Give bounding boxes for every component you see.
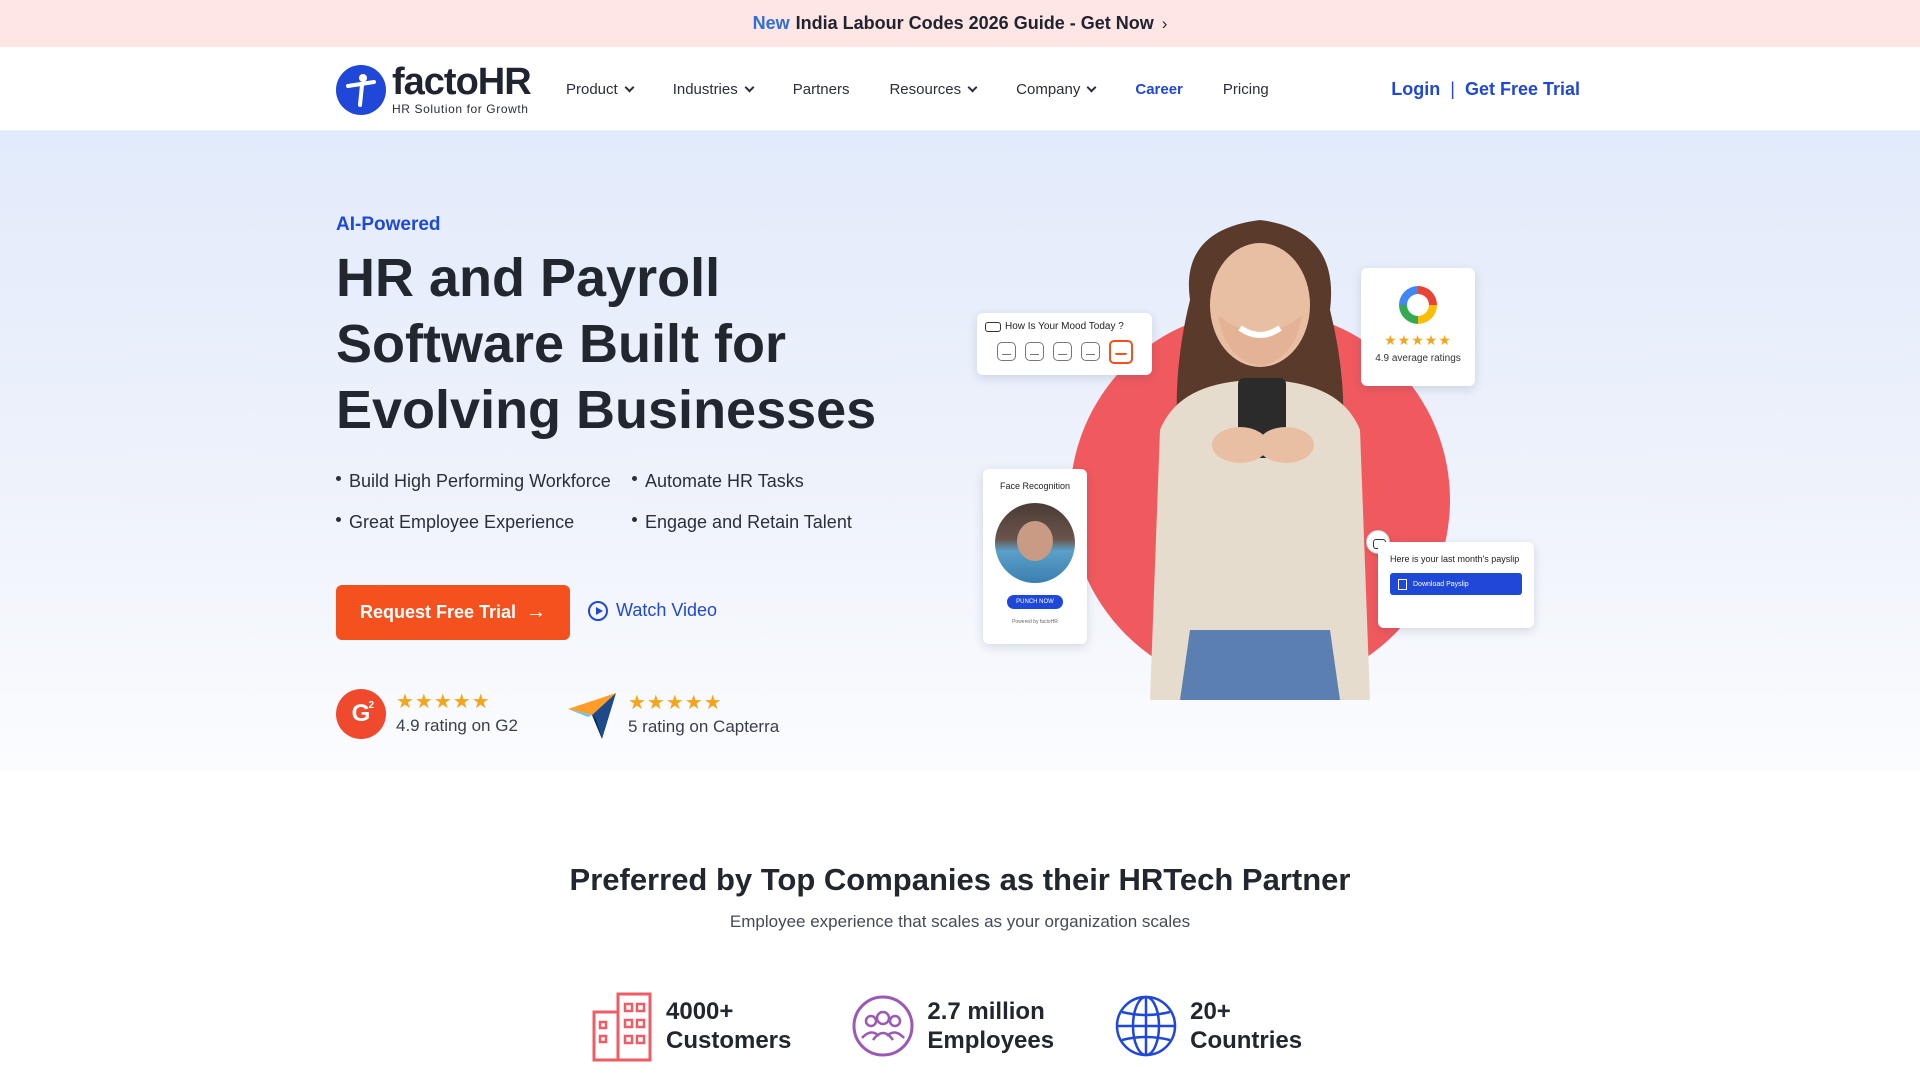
announcement-new-label: New xyxy=(752,13,790,33)
play-icon xyxy=(588,600,608,621)
chevron-down-icon xyxy=(967,82,978,92)
stat-employees: 2.7 million Employees xyxy=(851,990,1054,1062)
bullet-text: Automate HR Tasks xyxy=(645,471,804,491)
capterra-rating: ★★★★★ 5 rating on Capterra xyxy=(566,689,779,741)
google-rating-card: ★★★★★ 4.9 average ratings xyxy=(1361,268,1475,386)
document-icon xyxy=(1398,578,1407,590)
watch-video-label: Watch Video xyxy=(616,600,718,620)
google-logo-icon xyxy=(1399,286,1437,324)
nav-career[interactable]: Career xyxy=(1135,81,1183,98)
chat-bubble-icon xyxy=(985,321,1001,332)
logo-mark-icon xyxy=(336,64,386,115)
hero-headline: HR and Payroll Software Built for Evolvi… xyxy=(336,248,877,440)
capterra-rating-text: 5 rating on Capterra xyxy=(628,717,780,736)
stat-value: 20+ xyxy=(1190,998,1231,1025)
google-rating-text: 4.9 average ratings xyxy=(1375,353,1461,364)
people-icon xyxy=(852,995,914,1057)
preferred-subtitle: Employee experience that scales as your … xyxy=(729,912,1191,931)
nav-resources-label: Resources xyxy=(889,80,962,98)
face-recognition-card: Face Recognition PUNCH NOW Powered by fa… xyxy=(983,469,1087,644)
mood-face-happy-icon xyxy=(1109,340,1133,364)
bullet-text: Build High Performing Workforce xyxy=(349,471,611,491)
auth-separator: | xyxy=(1450,78,1455,99)
mood-survey-card: How Is Your Mood Today ? xyxy=(977,313,1152,375)
g2-rating: G2 ★★★★★ 4.9 rating on G2 xyxy=(336,689,518,739)
bullet-text: Great Employee Experience xyxy=(349,512,575,532)
mood-title: How Is Your Mood Today ? xyxy=(1005,321,1124,332)
hero-bullets: Build High Performing Workforce Automate… xyxy=(336,471,896,533)
chevron-down-icon xyxy=(744,82,755,92)
preferred-title: Preferred by Top Companies as their HRTe… xyxy=(569,862,1351,897)
google-stars: ★★★★★ xyxy=(1384,332,1452,348)
powered-by-label: Powered by factoHR xyxy=(1012,619,1058,625)
chevron-down-icon xyxy=(1086,82,1097,92)
nav-industries-label: Industries xyxy=(672,80,738,98)
arrow-right-icon: → xyxy=(526,601,547,623)
stat-countries: 20+ Countries xyxy=(1114,990,1302,1062)
get-free-trial-link[interactable]: Get Free Trial xyxy=(1465,79,1580,100)
payslip-card: Here is your last month's payslip Downlo… xyxy=(1378,542,1534,628)
face-recognition-title: Face Recognition xyxy=(999,481,1071,491)
login-link[interactable]: Login xyxy=(1391,79,1440,100)
nav-resources[interactable]: Resources xyxy=(889,80,978,98)
building-icon xyxy=(592,992,652,1062)
nav-partners-label: Partners xyxy=(792,80,850,98)
mood-face-icon xyxy=(1025,342,1044,361)
factohr-logo[interactable]: factoHR HR Solution for Growth xyxy=(336,61,532,116)
site-header: factoHR HR Solution for Growth Product I… xyxy=(0,47,1920,131)
cta-label: Request Free Trial xyxy=(359,602,517,622)
download-payslip-label: Download Payslip xyxy=(1413,580,1469,588)
mood-face-icon xyxy=(1081,342,1100,361)
chevron-right-icon: › xyxy=(1161,13,1168,33)
nav-pricing-label: Pricing xyxy=(1222,80,1269,98)
face-scan-photo xyxy=(995,503,1075,583)
nav-partners[interactable]: Partners xyxy=(793,81,850,98)
bullet-item: Automate HR Tasks xyxy=(632,471,892,492)
nav-industries[interactable]: Industries xyxy=(672,80,755,98)
capterra-stars: ★★★★★ xyxy=(628,692,723,714)
chevron-down-icon xyxy=(624,82,635,92)
payslip-message: Here is your last month's payslip xyxy=(1390,554,1520,564)
nav-pricing[interactable]: Pricing xyxy=(1223,81,1269,98)
watch-video-link[interactable]: Watch Video xyxy=(588,600,717,621)
bullet-item: Build High Performing Workforce xyxy=(336,471,632,492)
request-free-trial-button[interactable]: Request Free Trial → xyxy=(336,585,570,640)
hero-visual: How Is Your Mood Today ? ★★★★★ 4.9 avera… xyxy=(970,210,1550,710)
globe-icon xyxy=(1115,995,1177,1057)
punch-now-button: PUNCH NOW xyxy=(1007,595,1063,609)
nav-product[interactable]: Product xyxy=(566,80,635,98)
bullet-text: Engage and Retain Talent xyxy=(645,512,852,532)
woman-with-phone-image xyxy=(1150,220,1370,700)
nav-product-label: Product xyxy=(566,80,618,98)
mood-face-icon xyxy=(997,342,1016,361)
stat-label: Employees xyxy=(927,1027,1055,1054)
nav-company-label: Company xyxy=(1016,80,1081,98)
g2-logo-icon: G2 xyxy=(336,689,386,739)
auth-links: Login | Get Free Trial xyxy=(1391,47,1580,131)
hero-eyebrow: AI-Powered xyxy=(336,214,441,235)
announcement-text[interactable]: India Labour Codes 2026 Guide - Get Now xyxy=(796,13,1154,34)
stat-value: 2.7 million xyxy=(927,998,1045,1025)
stat-value: 4000+ xyxy=(666,998,734,1025)
bullet-item: Engage and Retain Talent xyxy=(632,512,892,533)
capterra-logo-icon xyxy=(566,689,618,741)
nav-company[interactable]: Company xyxy=(1016,80,1097,98)
stat-label: Countries xyxy=(1190,1027,1303,1054)
g2-stars: ★★★★★ xyxy=(396,691,491,713)
download-payslip-button: Download Payslip xyxy=(1390,573,1522,595)
stat-customers: 4000+ Customers xyxy=(590,990,791,1062)
hero-section: AI-Powered HR and Payroll Software Built… xyxy=(0,131,1920,771)
stat-label: Customers xyxy=(666,1027,792,1054)
logo-name: factoHR xyxy=(392,61,532,103)
announcement-bar[interactable]: New India Labour Codes 2026 Guide - Get … xyxy=(0,0,1920,47)
main-nav: Product Industries Partners Resources Co… xyxy=(566,47,1309,131)
logo-tagline: HR Solution for Growth xyxy=(392,102,529,116)
nav-career-label: Career xyxy=(1135,80,1183,98)
stats-row: 4000+ Customers 2.7 million Employees 20… xyxy=(590,990,1362,1062)
g2-rating-text: 4.9 rating on G2 xyxy=(396,716,518,735)
mood-face-icon xyxy=(1053,342,1072,361)
bullet-item: Great Employee Experience xyxy=(336,512,632,533)
